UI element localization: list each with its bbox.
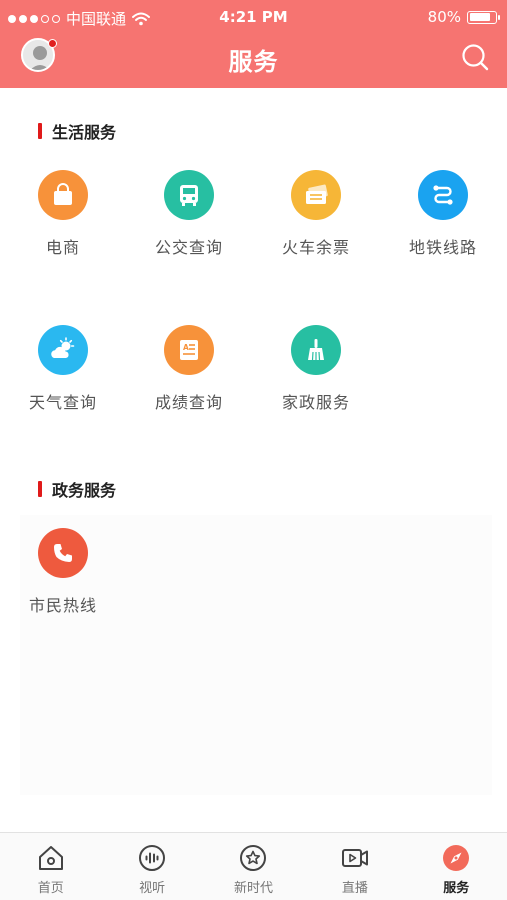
service-bus[interactable]: 公交查询 bbox=[139, 170, 239, 258]
train-ticket-icon bbox=[291, 170, 341, 220]
svg-text:A: A bbox=[183, 343, 189, 352]
section-title-text: 生活服务 bbox=[52, 123, 117, 142]
section-title-life: 生活服务 bbox=[38, 119, 116, 143]
tab-label: 新时代 bbox=[233, 881, 273, 896]
service-train-tickets[interactable]: 火车余票 bbox=[266, 170, 366, 258]
service-weather[interactable]: 天气查询 bbox=[13, 325, 113, 413]
service-label: 火车余票 bbox=[281, 238, 350, 257]
subway-route-icon bbox=[418, 170, 468, 220]
tab-label: 直播 bbox=[341, 881, 368, 896]
score-report-icon: A bbox=[164, 325, 214, 375]
service-label: 天气查询 bbox=[28, 393, 97, 412]
battery-percent: 80% bbox=[427, 8, 461, 26]
tab-home[interactable]: 首页 bbox=[0, 833, 101, 900]
service-label: 市民热线 bbox=[28, 596, 97, 615]
tab-live[interactable]: 直播 bbox=[304, 833, 405, 900]
home-icon bbox=[38, 846, 63, 870]
tab-new-era[interactable]: 新时代 bbox=[203, 833, 304, 900]
header-bar: 中国联通 4:21 PM 80% 服务 bbox=[0, 0, 507, 88]
status-right: 80% bbox=[427, 8, 500, 26]
battery-fill bbox=[469, 13, 490, 21]
bottom-tab-bar: 首页 视听 新时代 直播 服务 bbox=[0, 832, 507, 900]
compass-icon bbox=[443, 845, 470, 871]
service-citizen-hotline[interactable]: 市民热线 bbox=[13, 528, 113, 616]
bus-icon bbox=[164, 170, 214, 220]
service-label: 公交查询 bbox=[154, 238, 223, 257]
service-housekeeping[interactable]: 家政服务 bbox=[266, 325, 366, 413]
status-bar: 中国联通 4:21 PM 80% bbox=[0, 0, 507, 34]
service-label: 成绩查询 bbox=[154, 393, 223, 412]
service-label: 电商 bbox=[45, 238, 80, 257]
battery-icon bbox=[467, 10, 500, 24]
audio-icon bbox=[139, 845, 166, 871]
shopping-bag-icon bbox=[38, 170, 88, 220]
tab-label: 服务 bbox=[443, 881, 470, 896]
section-title-text: 政务服务 bbox=[52, 481, 117, 500]
live-video-icon bbox=[341, 849, 368, 867]
section-marker bbox=[38, 481, 42, 497]
tab-label: 视听 bbox=[139, 881, 166, 896]
page-title: 服务 bbox=[228, 48, 279, 76]
broom-icon bbox=[291, 325, 341, 375]
section-title-government: 政务服务 bbox=[38, 477, 116, 501]
phone-icon bbox=[38, 528, 88, 578]
search-icon[interactable] bbox=[460, 42, 490, 72]
weather-icon bbox=[38, 325, 88, 375]
tab-services[interactable]: 服务 bbox=[406, 833, 507, 900]
tab-audio[interactable]: 视听 bbox=[101, 833, 202, 900]
section-marker bbox=[38, 123, 42, 139]
tab-label: 首页 bbox=[37, 881, 64, 896]
service-scores[interactable]: A 成绩查询 bbox=[139, 325, 239, 413]
service-ecommerce[interactable]: 电商 bbox=[13, 170, 113, 258]
service-label: 家政服务 bbox=[281, 393, 350, 412]
star-icon bbox=[240, 845, 267, 871]
service-label: 地铁线路 bbox=[408, 238, 477, 257]
service-subway[interactable]: 地铁线路 bbox=[393, 170, 493, 258]
